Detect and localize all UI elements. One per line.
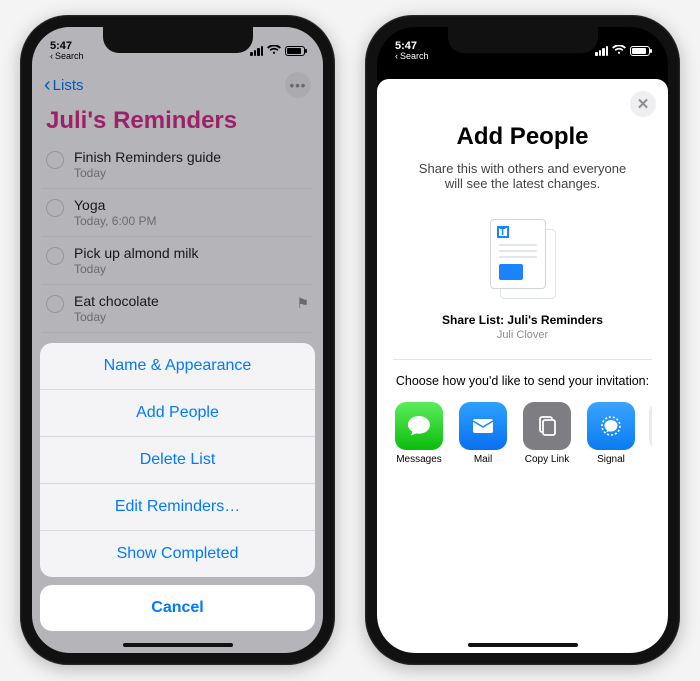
app-label: Copy Link [525,454,569,465]
app-messages[interactable]: Messages [393,402,445,465]
sheet-show-completed[interactable]: Show Completed [40,530,315,577]
app-mail[interactable]: Mail [457,402,509,465]
modal-title: Add People [393,123,652,151]
status-icons [595,45,650,58]
sheet-edit-reminders[interactable]: Edit Reminders… [40,483,315,530]
wifi-icon [612,45,626,58]
sheet-delete-list[interactable]: Delete List [40,436,315,483]
app-copy-link[interactable]: Copy Link [521,402,573,465]
sheet-cancel[interactable]: Cancel [40,585,315,631]
home-indicator[interactable] [468,643,578,647]
close-button[interactable]: ✕ [630,91,656,117]
share-owner: Juli Clover [393,329,652,341]
app-label: Messages [396,454,442,465]
breadcrumb-search[interactable]: ‹ Search [395,52,429,61]
app-signal[interactable]: Signal [585,402,637,465]
screen: 5:47 ‹ Search ‹ Lists [32,27,323,653]
notch [448,27,598,53]
phone-left: 5:47 ‹ Search ‹ Lists [20,15,335,665]
app-partial[interactable]: Te [649,402,652,465]
share-modal: ✕ Add People Share this with others and … [377,79,668,653]
app-picker[interactable]: Messages Mail Copy Link [393,402,652,465]
app-label: Mail [474,454,492,465]
action-sheet: Name & Appearance Add People Delete List… [32,335,323,653]
document-icon: T [393,219,652,299]
app-partial-icon [649,402,652,450]
app-label: Signal [597,454,625,465]
phone-right: 5:47 ‹ Search ✕ Add People Sh [365,15,680,665]
copy-link-icon [523,402,571,450]
battery-icon [630,46,650,56]
home-indicator[interactable] [123,643,233,647]
modal-subtitle: Share this with others and everyone will… [413,161,632,191]
share-list-name: Share List: Juli's Reminders [393,313,652,327]
sheet-name-appearance[interactable]: Name & Appearance [40,343,315,389]
close-icon: ✕ [637,95,650,113]
signal-icon [587,402,635,450]
sheet-add-people[interactable]: Add People [40,389,315,436]
notch [103,27,253,53]
mail-icon [459,402,507,450]
chevron-left-icon: ‹ [395,52,398,61]
screen: 5:47 ‹ Search ✕ Add People Sh [377,27,668,653]
messages-icon [395,402,443,450]
invitation-row: Choose how you'd like to send your invit… [393,359,652,465]
invitation-label: Choose how you'd like to send your invit… [393,374,652,388]
cellular-signal-icon [595,46,608,56]
